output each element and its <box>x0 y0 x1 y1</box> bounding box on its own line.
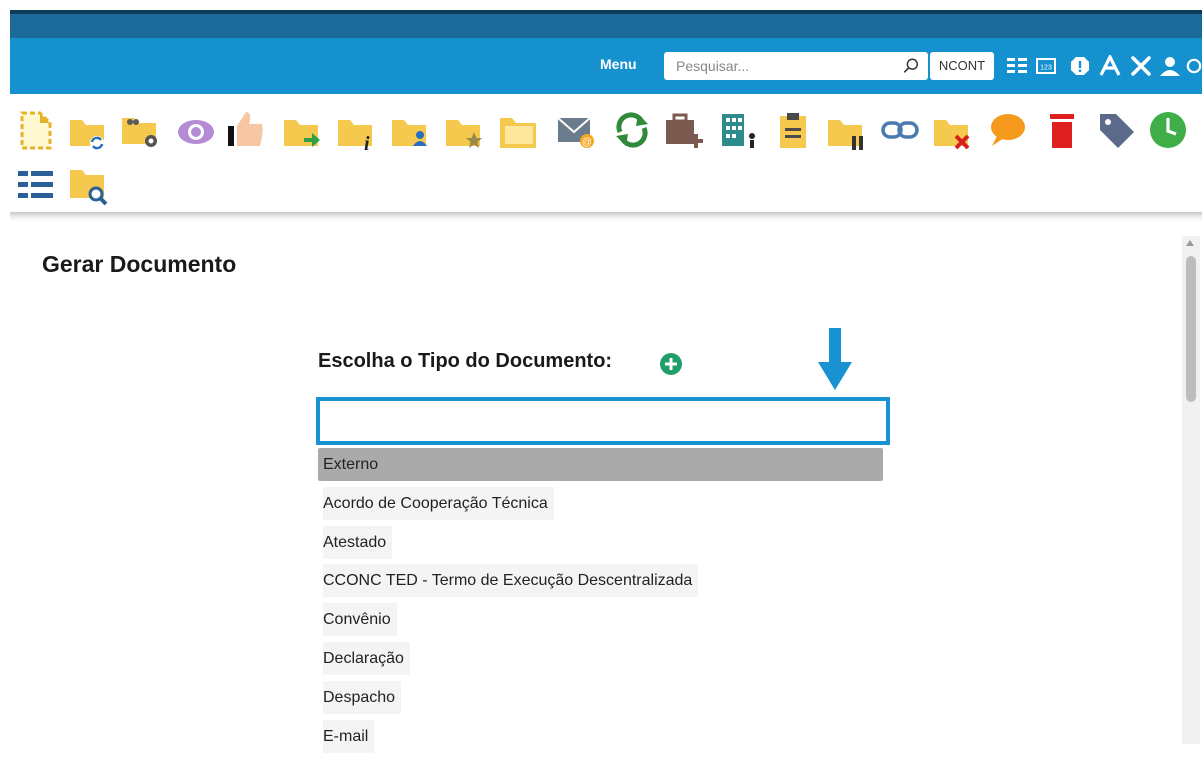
search-icon[interactable] <box>902 57 920 75</box>
clock-icon[interactable] <box>1148 110 1188 150</box>
folder-info-icon[interactable]: i <box>336 112 376 152</box>
document-type-item[interactable]: Atestado <box>318 525 883 559</box>
clock-icon[interactable] <box>1186 52 1202 80</box>
add-type-icon[interactable] <box>659 352 683 376</box>
document-type-label: Acordo de Cooperação Técnica <box>323 486 554 520</box>
trash-icon[interactable] <box>1042 110 1082 150</box>
new-document-icon[interactable] <box>16 110 56 150</box>
document-type-label: Atestado <box>323 525 393 559</box>
document-type-label: Despacho <box>323 680 402 714</box>
unit-selector[interactable]: NCONT <box>930 52 994 80</box>
scrollbar-thumb[interactable] <box>1186 256 1196 402</box>
page-title: Gerar Documento <box>42 251 237 277</box>
eye-icon[interactable] <box>176 112 216 152</box>
document-type-item[interactable]: Convênio <box>318 603 883 637</box>
folder-open-icon[interactable] <box>498 112 538 152</box>
document-type-label: Convênio <box>323 603 397 637</box>
svg-text:@: @ <box>582 137 592 148</box>
menu-link[interactable]: Menu <box>600 56 637 72</box>
folder-search-icon[interactable] <box>68 166 108 206</box>
thumbs-up-icon[interactable] <box>226 108 266 148</box>
folder-user-icon[interactable] <box>390 112 430 152</box>
link-icon[interactable] <box>880 110 920 150</box>
document-type-list: Externo Acordo de Cooperação Técnica Ate… <box>318 448 883 758</box>
document-type-item[interactable]: Acordo de Cooperação Técnica <box>318 486 883 520</box>
svg-text:i: i <box>364 133 370 152</box>
document-type-label: Declaração <box>323 641 410 675</box>
building-user-icon[interactable] <box>718 110 758 150</box>
calculator-icon[interactable]: 123 <box>1035 52 1057 80</box>
briefcase-add-icon[interactable] <box>664 110 704 150</box>
list-icon[interactable] <box>1006 52 1028 80</box>
header-bar: Menu NCONT 123 <box>10 38 1202 94</box>
search-box[interactable] <box>664 52 928 80</box>
svg-text:123: 123 <box>1040 65 1052 72</box>
folder-pause-icon[interactable] <box>826 112 866 152</box>
folder-users-settings-icon[interactable] <box>120 110 160 150</box>
scroll-up-icon[interactable] <box>1186 240 1194 246</box>
document-type-item[interactable]: E-mail <box>318 719 883 753</box>
user-icon[interactable] <box>1158 52 1182 80</box>
folder-forward-icon[interactable] <box>282 112 322 152</box>
document-type-item[interactable]: Despacho <box>318 680 883 714</box>
font-size-icon[interactable] <box>1098 52 1122 80</box>
document-type-input[interactable] <box>320 401 886 441</box>
search-input[interactable] <box>664 52 896 80</box>
tools-icon[interactable] <box>1129 52 1153 80</box>
folder-delete-icon[interactable] <box>932 112 972 152</box>
choose-type-label: Escolha o Tipo do Documento: <box>318 350 613 372</box>
document-type-label: E-mail <box>323 719 375 753</box>
top-accent-bar <box>10 10 1202 38</box>
folder-star-icon[interactable] <box>444 112 484 152</box>
envelope-email-icon[interactable]: @ <box>556 110 596 150</box>
list-icon[interactable] <box>16 166 56 206</box>
document-type-item[interactable]: CCONC TED - Termo de Execução Descentral… <box>318 564 883 598</box>
toolbar-divider <box>10 212 1202 222</box>
tag-icon[interactable] <box>1096 110 1136 150</box>
folder-sync-icon[interactable] <box>68 112 108 152</box>
comment-icon[interactable] <box>986 110 1026 150</box>
arrow-down-icon <box>818 328 852 390</box>
alert-icon[interactable] <box>1069 52 1091 80</box>
document-type-item[interactable]: Declaração <box>318 641 883 675</box>
document-type-filter[interactable] <box>316 397 890 445</box>
clipboard-icon[interactable] <box>774 110 814 150</box>
document-type-item[interactable]: Externo <box>318 448 883 481</box>
refresh-icon[interactable] <box>612 110 652 150</box>
document-type-label: CCONC TED - Termo de Execução Descentral… <box>323 564 699 598</box>
